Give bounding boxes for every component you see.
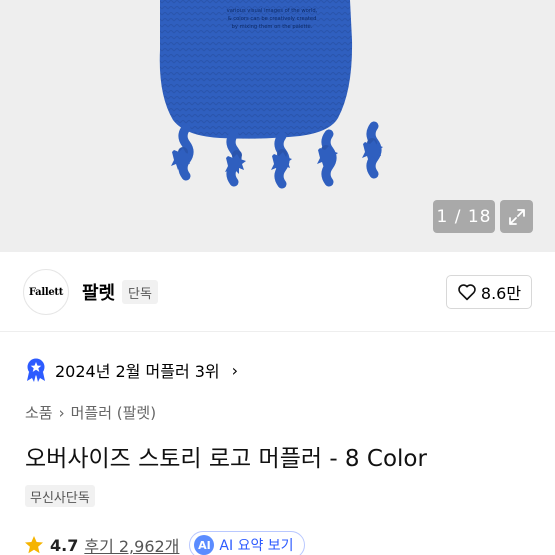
expand-icon: [508, 208, 525, 225]
chevron-right-icon: ›: [231, 360, 239, 380]
chevron-right-icon: ›: [58, 403, 65, 422]
product-image-gallery[interactable]: various visual images of the world, & co…: [0, 0, 555, 252]
ranking-medal-icon: [27, 358, 45, 382]
ai-summary-button[interactable]: AI AI 요약 보기: [189, 531, 305, 555]
ai-icon: AI: [194, 535, 215, 555]
brand-name[interactable]: 팔렛: [82, 279, 115, 305]
brand-row: Fallett 팔렛 단독 8.6만: [0, 252, 555, 332]
product-print-line: various visual images of the world,: [227, 8, 318, 14]
ranking-text: 2024년 2월 머플러 3위: [55, 362, 220, 381]
expand-button[interactable]: [500, 200, 533, 233]
ranking-link[interactable]: 2024년 2월 머플러 3위 ›: [25, 355, 238, 385]
like-count: 8.6만: [480, 284, 522, 303]
brand-logo-text: Fallett: [28, 286, 64, 298]
product-print-line: & colors can be creatively created: [228, 16, 317, 22]
brand-exclusive-badge: 단독: [122, 280, 158, 304]
breadcrumb-subcategory[interactable]: 머플러 (팔렛): [71, 402, 156, 423]
breadcrumb-category[interactable]: 소품: [25, 402, 53, 423]
star-icon: [25, 536, 43, 554]
brand-logo[interactable]: Fallett: [23, 269, 69, 315]
breadcrumb: 소품 › 머플러 (팔렛): [25, 402, 156, 423]
product-print-line: by mixing them on the palette.: [232, 24, 313, 30]
product-title: 오버사이즈 스토리 로고 머플러 - 8 Color: [25, 446, 427, 472]
rating-row: 4.7 후기 2,962개 AI AI 요약 보기: [24, 530, 305, 555]
heart-icon: [458, 284, 476, 301]
image-counter: 1 / 18: [433, 200, 495, 233]
ai-summary-label: AI 요약 보기: [219, 538, 294, 554]
reviews-link[interactable]: 후기 2,962개: [84, 533, 179, 555]
rating-value: 4.7: [50, 535, 79, 555]
like-button[interactable]: 8.6만: [446, 275, 532, 309]
exclusive-badge: 무신사단독: [25, 485, 95, 507]
